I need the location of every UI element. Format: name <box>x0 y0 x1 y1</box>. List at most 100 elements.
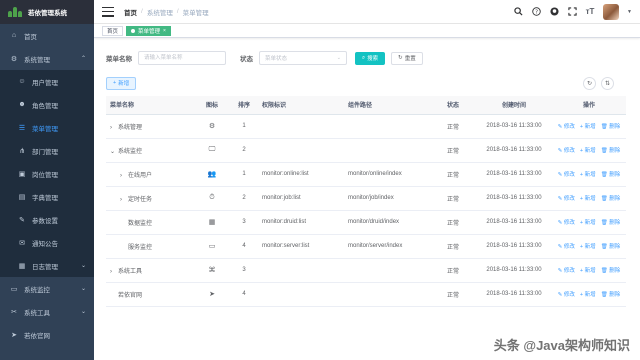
tag-label: 菜单管理 <box>138 28 161 35</box>
sidebar-item[interactable]: ☺ 用户管理 <box>0 70 94 93</box>
chevron-right-icon[interactable]: › <box>120 173 128 179</box>
component-cell: monitor/job/index <box>344 186 430 211</box>
chevron-down-icon: ⌄ <box>80 309 86 315</box>
search-button[interactable]: ⌕ 搜索 <box>355 51 386 65</box>
reset-button[interactable]: ↻ 重置 <box>391 51 423 65</box>
refresh-button[interactable]: ↻ <box>583 76 596 90</box>
edit-button[interactable]: ✎ 修改 <box>558 122 575 130</box>
sidebar-item[interactable]: ⚙ 系统管理 ⌃ <box>0 47 94 70</box>
edit-button[interactable]: ✎ 修改 <box>558 266 575 274</box>
add-child-button[interactable]: + 新增 <box>580 242 596 250</box>
delete-button[interactable]: 🗑 删除 <box>601 266 621 274</box>
app-title: 若依管理系统 <box>28 10 67 17</box>
edit-button[interactable]: ✎ 修改 <box>558 242 575 250</box>
delete-button[interactable]: 🗑 删除 <box>601 242 621 250</box>
created-time-cell: 2018-03-16 11:33:00 <box>476 162 552 187</box>
add-child-button[interactable]: + 新增 <box>580 266 596 274</box>
ops-cell: ✎ 修改 + 新增 🗑 删除 <box>552 162 626 187</box>
sidebar-item[interactable]: ✂ 系统工具 ⌄ <box>0 300 94 323</box>
chevron-down-icon[interactable]: ⌄ <box>110 148 118 155</box>
sidebar-item[interactable]: ✎ 参数设置 <box>0 208 94 231</box>
add-child-button[interactable]: + 新增 <box>580 194 596 202</box>
search-icon[interactable] <box>513 7 523 17</box>
sidebar-item[interactable]: ➤ 若依官网 <box>0 323 94 346</box>
sidebar-item[interactable]: ⋔ 部门管理 <box>0 139 94 162</box>
chevron-right-icon[interactable]: › <box>120 197 128 203</box>
add-child-button[interactable]: + 新增 <box>580 122 596 130</box>
sort-icon: ⇅ <box>604 80 611 87</box>
menu-name-cell: ⌄ 系统监控 <box>106 138 194 163</box>
perm-cell: monitor:online:list <box>258 162 344 187</box>
sidebar-item[interactable]: ▣ 岗位管理 <box>0 162 94 185</box>
menu-name-cell: 若依官网 <box>106 282 194 307</box>
font-size-icon[interactable]: ᴛT <box>585 7 595 17</box>
add-child-button[interactable]: + 新增 <box>580 218 596 226</box>
question-icon[interactable]: ? <box>531 7 541 17</box>
delete-button[interactable]: 🗑 删除 <box>601 194 621 202</box>
add-button[interactable]: + 新增 <box>106 76 137 90</box>
delete-button[interactable]: 🗑 删除 <box>601 290 621 298</box>
edit-button[interactable]: ✎ 修改 <box>558 194 575 202</box>
dashboard-icon: ⌂ <box>11 32 17 39</box>
delete-button[interactable]: 🗑 删除 <box>601 122 621 130</box>
sidebar-item[interactable]: ☰ 菜单管理 <box>0 116 94 139</box>
fullscreen-icon[interactable] <box>567 7 577 17</box>
sidebar-item[interactable]: ☻ 角色管理 <box>0 93 94 116</box>
perm-cell: monitor:druid:list <box>258 210 344 235</box>
breadcrumb-item[interactable]: 首页 <box>124 7 137 17</box>
menu-name-input[interactable] <box>138 51 226 65</box>
column-header: 创建时间 <box>476 96 552 115</box>
close-icon[interactable]: × <box>163 28 166 34</box>
status-select-placeholder: 菜单状态 <box>265 56 288 62</box>
sidebar-item-label: 部门管理 <box>32 148 58 156</box>
menu-icon: 🖵 <box>208 146 216 153</box>
avatar[interactable] <box>603 3 620 20</box>
sidebar-item[interactable]: ⌂ 首页 <box>0 24 94 47</box>
perm-cell <box>258 258 344 283</box>
chevron-right-icon[interactable]: › <box>110 125 118 131</box>
edit-button[interactable]: ✎ 修改 <box>558 146 575 154</box>
edit-label: 修改 <box>563 220 575 226</box>
edit-button[interactable]: ✎ 修改 <box>558 290 575 298</box>
sidebar-item[interactable]: ▤ 字典管理 <box>0 185 94 208</box>
status-cell: 正常 <box>430 186 476 211</box>
hamburger-icon[interactable] <box>102 6 114 17</box>
chevron-up-icon: ⌃ <box>80 56 86 62</box>
sidebar-item[interactable]: ▦ 日志管理 ⌄ <box>0 254 94 277</box>
table-header-row: 菜单名称 图标 排序 权限标识 组件路径 状态 创建时间 操作 <box>106 96 626 115</box>
table-row: 若依官网 ➤ 4 正常 2018-03-16 11:33:00 ✎ 修改 + 新增 🗑 删除 <box>106 282 626 307</box>
add-label: 新增 <box>584 268 596 274</box>
caret-down-icon[interactable]: ▼ <box>627 9 632 15</box>
menu-name-cell: 数据监控 <box>106 210 194 235</box>
chevron-right-icon[interactable]: › <box>110 269 118 275</box>
delete-button[interactable]: 🗑 删除 <box>601 146 621 154</box>
column-header: 权限标识 <box>258 96 344 115</box>
add-child-button[interactable]: + 新增 <box>580 146 596 154</box>
sidebar-item-label: 角色管理 <box>32 102 58 110</box>
sidebar-item-label: 日志管理 <box>32 263 58 271</box>
expand-toggle-button[interactable]: ⇅ <box>601 76 614 90</box>
column-header: 组件路径 <box>344 96 430 115</box>
status-select[interactable]: 菜单状态 ⌄ <box>259 51 347 65</box>
sidebar-item[interactable]: ✉ 通知公告 <box>0 231 94 254</box>
github-icon[interactable] <box>549 7 559 17</box>
guide-icon: ➤ <box>11 331 17 339</box>
edit-button[interactable]: ✎ 修改 <box>558 218 575 226</box>
menu-name: 数据监控 <box>128 220 153 227</box>
delete-label: 删除 <box>609 196 621 202</box>
add-child-button[interactable]: + 新增 <box>580 170 596 178</box>
delete-button[interactable]: 🗑 删除 <box>601 218 621 226</box>
breadcrumb-item: 系统管理 <box>146 9 173 17</box>
tag-menu-management[interactable]: 菜单管理 × <box>126 25 171 36</box>
gear-icon: ⚙ <box>10 55 18 63</box>
menu-name: 若依官网 <box>118 292 143 299</box>
add-child-button[interactable]: + 新增 <box>580 290 596 298</box>
delete-button[interactable]: 🗑 删除 <box>601 170 621 178</box>
status-cell: 正常 <box>430 258 476 283</box>
icon-cell: ⌘ <box>194 258 230 283</box>
refresh-icon: ↻ <box>586 80 593 87</box>
logo-area[interactable]: 若依管理系统 <box>0 0 94 24</box>
edit-button[interactable]: ✎ 修改 <box>558 170 575 178</box>
tag-home[interactable]: 首页 <box>102 25 124 36</box>
sidebar-item[interactable]: ▭ 系统监控 ⌄ <box>0 277 94 300</box>
